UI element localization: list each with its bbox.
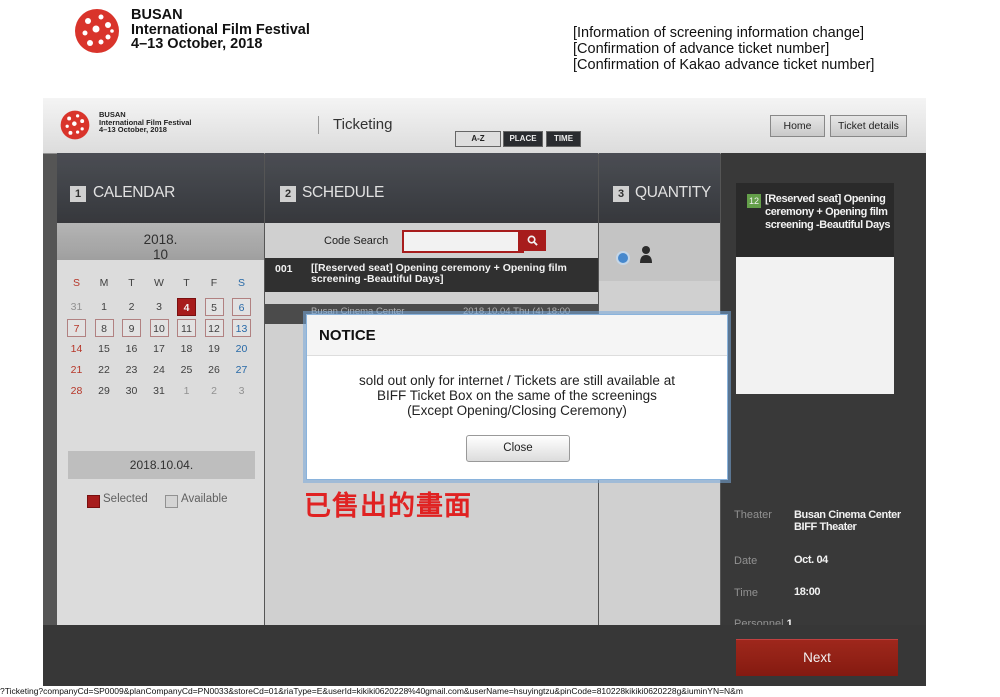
dialog-header: NOTICE (307, 315, 727, 356)
sort-place-button[interactable]: PLACE (503, 131, 543, 147)
notice-dialog: NOTICE sold out only for internet / Tick… (306, 314, 728, 480)
dialog-message: sold out only for internet / Tickets are… (359, 373, 675, 418)
annotation-caption: 已售出的畫面 (304, 491, 472, 522)
sort-az-button[interactable]: A-Z (455, 131, 501, 147)
festival-title: BUSAN International Film Festival 4–13 O… (131, 7, 310, 52)
info-link-kakao-ticket[interactable]: [Confirmation of Kakao advance ticket nu… (573, 57, 874, 73)
app-festival-title: BUSAN International Film Festival 4–13 O… (99, 110, 192, 134)
home-button[interactable]: Home (770, 115, 825, 137)
url-text: ?Ticketing?companyCd=SP0009&planCompanyC… (0, 686, 1000, 697)
info-links: [Information of screening information ch… (573, 25, 874, 73)
close-button[interactable]: Close (466, 435, 570, 462)
festival-logo (75, 9, 119, 53)
info-link-advance-ticket[interactable]: [Confirmation of advance ticket number] (573, 41, 874, 57)
header-divider (318, 116, 319, 134)
info-link-screening-change[interactable]: [Information of screening information ch… (573, 25, 874, 41)
ticket-details-button[interactable]: Ticket details (830, 115, 907, 137)
sort-time-button[interactable]: TIME (546, 131, 581, 147)
dialog-title: NOTICE (319, 327, 376, 344)
app-logo (60, 110, 90, 140)
section-title: Ticketing (333, 116, 393, 133)
